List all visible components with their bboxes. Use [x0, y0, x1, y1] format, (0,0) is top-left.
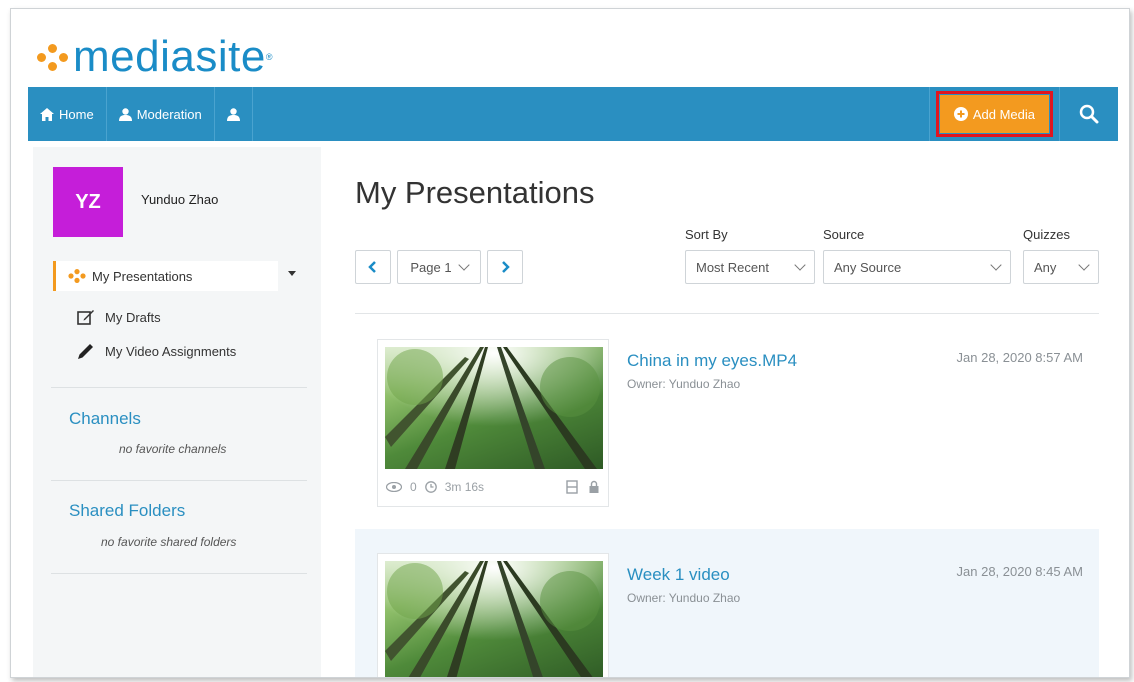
sidebar: YZ Yunduo Zhao My Presentations My Draft…	[33, 147, 321, 677]
add-media-button[interactable]: Add Media	[935, 91, 1054, 137]
sidebar-divider	[51, 573, 307, 574]
shared-folders-heading[interactable]: Shared Folders	[69, 501, 185, 521]
chevron-down-icon	[457, 259, 470, 271]
edit-icon	[77, 310, 94, 325]
sidebar-divider	[51, 387, 307, 388]
user-name: Yunduo Zhao	[141, 192, 219, 207]
nav-moderation[interactable]: Moderation	[107, 87, 215, 141]
page-select[interactable]: Page 1	[397, 250, 481, 284]
chevron-down-icon	[794, 259, 806, 271]
sidebar-item-my-presentations[interactable]: My Presentations	[53, 261, 278, 291]
presentation-owner: Owner: Yunduo Zhao	[627, 377, 741, 391]
presentation-owner: Owner: Yunduo Zhao	[627, 591, 741, 605]
nav-profile[interactable]	[215, 87, 253, 141]
presentation-title[interactable]: Week 1 video	[627, 565, 730, 585]
sidebar-divider	[51, 480, 307, 481]
presentation-card[interactable]: 0 3m 16s	[377, 339, 609, 507]
chevron-down-icon	[1078, 259, 1090, 271]
logo-text: mediasite	[73, 32, 266, 81]
view-count: 0	[410, 480, 417, 494]
mediasite-logo[interactable]: mediasite ®	[37, 35, 272, 79]
sidebar-item-label: My Presentations	[92, 268, 193, 284]
search-button[interactable]	[1060, 87, 1118, 141]
presentation-title[interactable]: China in my eyes.MP4	[627, 351, 797, 371]
nav-moderation-label: Moderation	[136, 106, 202, 122]
avatar[interactable]: YZ	[53, 167, 123, 237]
presentation-date: Jan 28, 2020 8:57 AM	[956, 350, 1083, 365]
sidebar-item-my-video-assignments[interactable]: My Video Assignments	[77, 342, 236, 360]
page-select-label: Page 1	[410, 259, 452, 275]
add-media-label: Add Media	[972, 106, 1035, 122]
sidebar-item-label: My Video Assignments	[105, 343, 237, 359]
card-icons	[566, 480, 600, 494]
source-value: Any Source	[834, 259, 902, 275]
quizzes-select[interactable]: Any	[1023, 250, 1099, 284]
logo-trademark: ®	[265, 52, 273, 62]
app-window: mediasite ® Home Moderation Add Media YZ…	[10, 8, 1130, 678]
duration: 3m 16s	[444, 480, 485, 494]
channels-empty-text: no favorite channels	[119, 442, 227, 456]
mediasite-icon	[68, 269, 86, 283]
source-label: Source	[823, 227, 865, 242]
source-select[interactable]: Any Source	[823, 250, 1011, 284]
presentation-date: Jan 28, 2020 8:45 AM	[956, 564, 1083, 579]
nav-home[interactable]: Home	[28, 87, 107, 141]
chevron-down-icon[interactable]	[288, 271, 296, 276]
channels-heading[interactable]: Channels	[69, 409, 141, 429]
page-title: My Presentations	[355, 175, 595, 210]
forest-thumbnail-image	[385, 561, 603, 677]
content-divider	[355, 313, 1099, 314]
sort-by-value: Most Recent	[696, 259, 769, 275]
sidebar-item-my-drafts[interactable]: My Drafts	[77, 309, 161, 325]
forest-thumbnail-image	[385, 347, 603, 469]
next-page-button[interactable]	[487, 250, 523, 284]
eye-icon	[386, 482, 402, 492]
lock-icon[interactable]	[588, 480, 600, 494]
sidebar-item-label: My Drafts	[105, 309, 161, 325]
sort-by-label: Sort By	[685, 227, 728, 242]
logo-dots-icon	[37, 41, 69, 73]
clock-icon	[424, 481, 437, 493]
presentation-thumbnail[interactable]	[385, 561, 603, 677]
quizzes-value: Any	[1034, 259, 1057, 275]
chevron-right-icon	[502, 261, 510, 273]
presentation-row[interactable]: Week 1 video Owner: Yunduo Zhao Jan 28, …	[355, 529, 1099, 677]
presentation-card[interactable]	[377, 553, 609, 677]
sort-by-select[interactable]: Most Recent	[685, 250, 815, 284]
quizzes-label: Quizzes	[1023, 227, 1070, 242]
user-icon	[226, 107, 240, 121]
plus-circle-icon	[953, 107, 968, 121]
search-icon	[1079, 104, 1099, 124]
user-icon	[118, 107, 132, 121]
chevron-left-icon	[368, 261, 376, 273]
shared-folders-empty-text: no favorite shared folders	[101, 535, 237, 549]
prev-page-button[interactable]	[355, 250, 391, 284]
layout-icon[interactable]	[566, 480, 578, 494]
presentation-thumbnail[interactable]	[385, 347, 603, 469]
chevron-down-icon	[990, 259, 1002, 271]
pencil-icon	[78, 344, 93, 359]
pager: Page 1	[355, 250, 523, 284]
main-content: My Presentations Page 1 Sort By Most Rec…	[333, 147, 1129, 677]
home-icon	[40, 107, 54, 121]
card-meta: 0 3m 16s	[386, 480, 484, 494]
add-media-container: Add Media	[928, 87, 1060, 141]
presentation-row[interactable]: 0 3m 16s China in my eyes.MP4 Owner: Yun…	[355, 315, 1099, 527]
top-navbar: Home Moderation Add Media	[28, 87, 1118, 141]
nav-home-label: Home	[59, 106, 94, 122]
